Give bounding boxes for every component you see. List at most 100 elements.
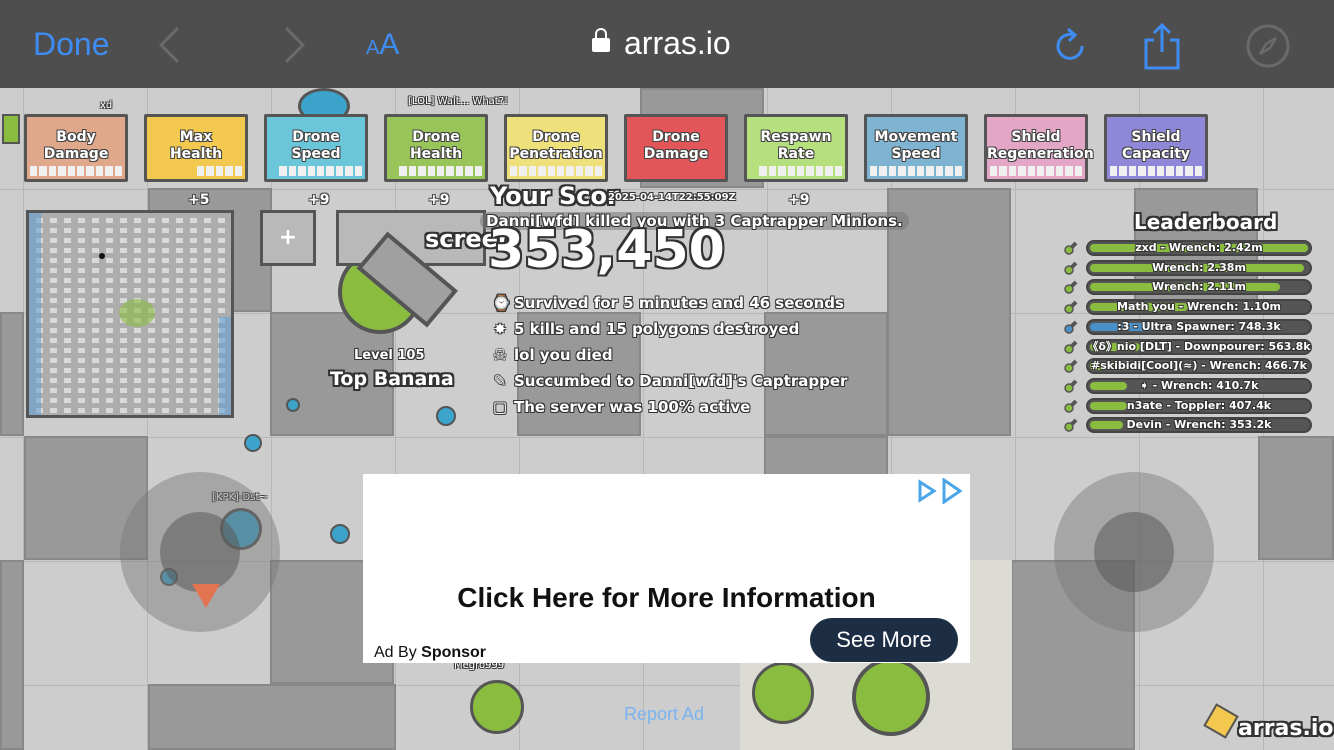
stat-level-pip [888, 166, 897, 176]
done-button[interactable]: Done [33, 26, 110, 63]
stat-level-pip [1055, 166, 1064, 176]
final-score: 353,450 [488, 220, 725, 280]
screen: Done AA arras.io xd [LOL] Wait... What?!… [0, 0, 1334, 750]
stat-level-pip [354, 166, 363, 176]
death-stat-line: ☠ lol you died [492, 346, 612, 364]
stat-level-pip [575, 166, 584, 176]
death-stat-line: ✸ 5 kills and 15 polygons destroyed [492, 320, 800, 338]
move-joystick-knob[interactable] [160, 512, 240, 592]
stat-upgrade-button[interactable]: Shield Regeneration [984, 114, 1094, 182]
aim-joystick[interactable] [1054, 472, 1214, 632]
stat-label-line: Drone [652, 129, 700, 145]
stat-points-available: +5 [188, 192, 210, 208]
stat-level-pip [797, 166, 805, 176]
stat-level-pip [317, 166, 325, 176]
stat-level-pip [945, 166, 953, 176]
drone [436, 406, 456, 426]
leaderboard-entry-text: Math you - Wrench: 1.10m [1117, 300, 1281, 314]
ad-by-label: Ad By [374, 644, 417, 661]
stat-level-pip [168, 166, 177, 176]
aim-joystick-knob[interactable] [1094, 512, 1174, 592]
stat-level-bar [270, 166, 363, 176]
expand-arrow-icon[interactable] [2, 114, 20, 144]
tank-class-icon [1064, 299, 1078, 314]
leaderboard-entry: zxd - Wrench: 2.42m [1064, 240, 1312, 256]
stat-level-pip [408, 166, 417, 176]
stat-level-pip [105, 166, 113, 176]
clipboard-icon: ▢ [492, 398, 508, 416]
tank-class-icon [1064, 417, 1078, 433]
text-size-large: A [379, 28, 400, 61]
stat-upgrade-button[interactable]: Max Health [144, 114, 248, 182]
stat-level-pip [1119, 166, 1127, 176]
leaderboard-entry: n3ate - Toppler: 407.4k [1064, 397, 1312, 414]
move-joystick[interactable] [120, 472, 280, 632]
minimap-base-right [219, 317, 231, 415]
game-canvas[interactable]: xd [LOL] Wait... What?! [KPK]-Dst~ Megro… [0, 88, 1334, 750]
stat-level-pip [345, 166, 353, 176]
stat-level-pip [455, 166, 464, 176]
browser-toolbar: Done AA arras.io [0, 0, 1334, 88]
stat-level-pip [585, 166, 593, 176]
death-stat-line: ⌚ Survived for 5 minutes and 46 seconds [492, 294, 844, 312]
see-more-button[interactable]: See More [810, 618, 958, 662]
death-stat-line: ✎ Succumbed to Danni[wfd]'s Captrapper [492, 372, 848, 390]
stat-level-pip [917, 166, 925, 176]
stat-upgrade-button[interactable]: Body Damage [24, 114, 128, 182]
leaderboard-entry: Wrench: 2.38m [1064, 259, 1312, 276]
stat-label-line: Drone [532, 129, 580, 145]
stat-level-pip [30, 166, 38, 176]
maze-wall [1258, 436, 1334, 560]
ad-headline[interactable]: Click Here for More Information [363, 582, 970, 614]
stat-level-pip [528, 166, 537, 176]
stat-label: Drone Penetration [507, 129, 605, 163]
stat-upgrade-button[interactable]: Drone Penetration [504, 114, 608, 182]
stat-upgrade-button[interactable]: Drone Health [384, 114, 488, 182]
reload-icon[interactable] [1052, 26, 1088, 69]
stat-level-pip [39, 166, 47, 176]
share-icon[interactable] [1142, 22, 1182, 75]
ally-tank [752, 662, 814, 724]
text-size-button[interactable]: AA [366, 28, 399, 62]
stat-upgrade-button[interactable]: Drone Damage [624, 114, 728, 182]
stat-label-line: Shield [1131, 129, 1181, 145]
stat-level-pip [677, 166, 685, 176]
stat-upgrade-button[interactable]: Shield Capacity [1104, 114, 1208, 182]
drone [330, 524, 350, 544]
stat-level-pip [907, 166, 916, 176]
stat-level-pip [519, 166, 527, 176]
stat-level-pip [658, 166, 666, 176]
ally-tank [470, 680, 524, 734]
maze-wall [0, 560, 24, 750]
stat-level-pip [815, 166, 824, 176]
stat-level-pip [759, 166, 767, 176]
stat-label-line: Shield [1011, 129, 1061, 145]
stat-level-pip [288, 166, 297, 176]
stat-level-pip [750, 166, 758, 176]
lock-icon [592, 28, 610, 52]
stat-level-pip [639, 166, 647, 176]
stat-level-bar [1110, 166, 1203, 176]
report-ad-link[interactable]: Report Ad [624, 704, 704, 725]
address-bar[interactable]: arras.io [592, 25, 731, 62]
tank-class-icon [1064, 319, 1078, 334]
stat-level-pip [778, 166, 786, 176]
ad-banner[interactable]: Click Here for More Information Ad By Sp… [363, 474, 970, 663]
forward-icon[interactable] [284, 26, 306, 69]
leaderboard-entry: ➧ - Wrench: 410.7k [1064, 377, 1312, 394]
stat-level-pip [566, 166, 574, 176]
tank-class-icon [1064, 240, 1078, 255]
stat-label-line: Drone [412, 129, 460, 145]
trap-triangle [192, 584, 220, 608]
stat-level-pip [270, 166, 278, 176]
zoom-plus-button[interactable]: + [260, 210, 316, 266]
back-icon[interactable] [158, 26, 180, 69]
stat-upgrade-button[interactable]: Movement Speed [864, 114, 968, 182]
stat-level-pip [215, 166, 224, 176]
stat-upgrade-button[interactable]: Drone Speed [264, 114, 368, 182]
ad-sponsor: Sponsor [421, 644, 487, 661]
stat-upgrade-button[interactable]: Respawn Rate [744, 114, 848, 182]
stat-level-pip [1018, 166, 1026, 176]
compass-icon[interactable] [1246, 24, 1290, 73]
ad-choices-icon[interactable] [916, 477, 964, 508]
